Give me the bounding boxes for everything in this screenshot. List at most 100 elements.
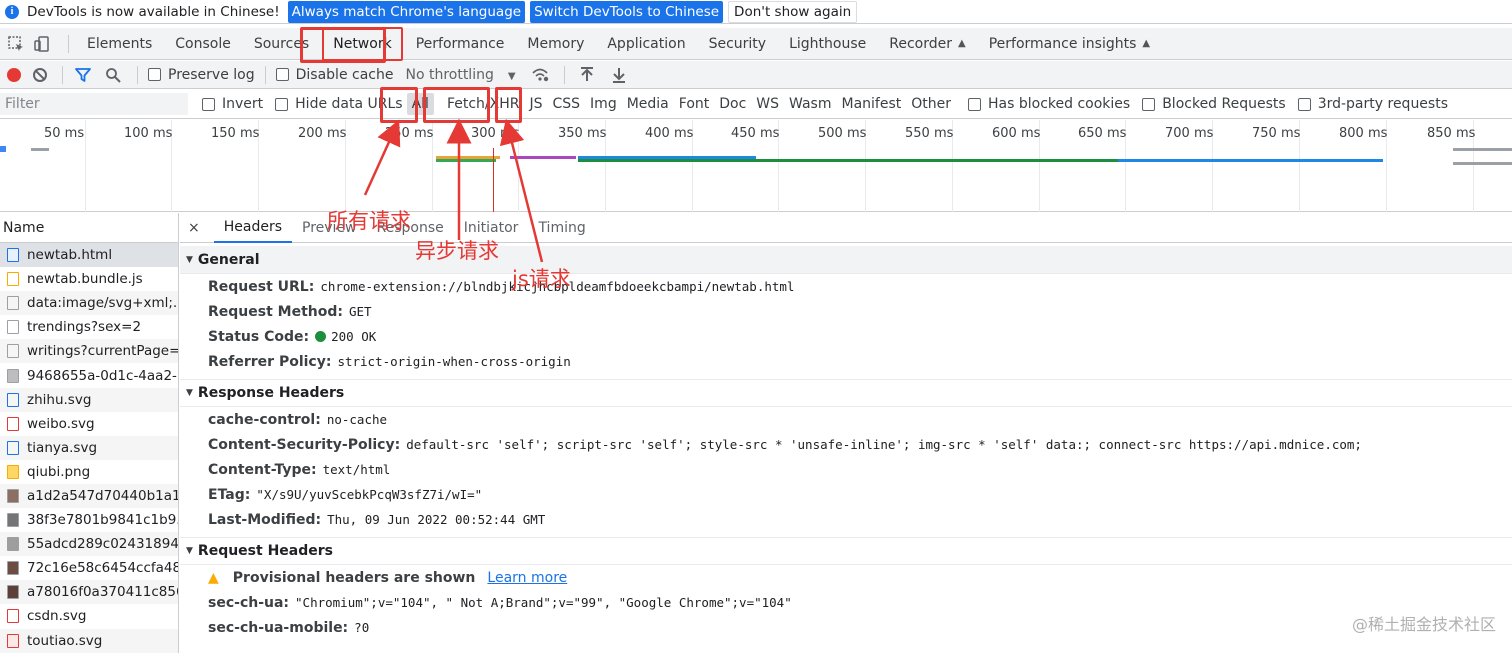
match-language-button[interactable]: Always match Chrome's language [287,0,526,23]
timeline-tick-label: 300 ms [471,126,520,141]
request-name: 72c16e58c6454ccfa48... [27,560,178,577]
timeline-tick-label: 350 ms [558,126,607,141]
request-row[interactable]: a1d2a547d70440b1a1... [0,483,178,509]
filter-type-media[interactable]: Media [622,93,674,115]
request-name: newtab.html [27,247,113,264]
experiment-flask-icon: ▲ [958,38,966,49]
close-icon[interactable]: × [188,220,200,236]
timeline-request-bar [510,156,576,159]
tab-timing[interactable]: Timing [528,213,595,243]
toolbar-divider [264,65,266,84]
header-key: Request Method: [208,303,343,320]
invert-checkbox[interactable] [202,97,215,111]
request-row[interactable]: 38f3e7801b9841c1b9... [0,508,178,532]
header-value: 200 OK [331,329,377,344]
request-row[interactable]: csdn.svg [0,604,178,628]
request-row[interactable]: trendings?sex=2 [0,315,178,339]
request-row[interactable]: zhihu.svg [0,387,178,412]
language-infobar: i DevTools is now available in Chinese! … [0,0,1512,24]
switch-to-chinese-button[interactable]: Switch DevTools to Chinese [530,0,724,23]
tab-application[interactable]: Application [597,28,695,60]
inspect-element-icon[interactable] [6,34,26,54]
image-file-icon [7,296,19,311]
request-row[interactable]: a78016f0a370411c856... [0,580,178,605]
search-icon[interactable] [103,65,123,85]
learn-more-link[interactable]: Learn more [487,570,567,586]
warning-icon: ▲ [208,569,219,586]
request-row[interactable]: weibo.svg [0,412,178,436]
third-party-checkbox[interactable] [1297,97,1311,111]
dont-show-again-button[interactable]: Don't show again [728,0,858,23]
tab-memory[interactable]: Memory [517,28,594,60]
filter-type-manifest[interactable]: Manifest [837,93,907,115]
record-icon[interactable] [7,67,21,82]
tab-headers[interactable]: Headers [213,213,293,243]
import-har-icon[interactable] [577,65,597,85]
request-row[interactable]: newtab.bundle.js [0,267,178,291]
hide-data-urls-checkbox[interactable] [275,97,289,111]
device-toolbar-icon[interactable] [32,34,52,54]
tab-performance-insights[interactable]: Performance insights ▲ [979,28,1160,60]
header-value: no-cache [326,412,388,427]
name-column-header[interactable]: Name [0,213,178,243]
general-section-header[interactable]: ▼ General [180,246,1512,274]
timeline-overview[interactable]: 50 ms 100 ms 150 ms 200 ms 250 ms 300 ms… [0,120,1512,212]
tab-elements[interactable]: Elements [77,28,162,60]
tab-recorder[interactable]: Recorder ▲ [879,28,975,60]
annotation-js-requests: js请求 [512,267,571,291]
export-har-icon[interactable] [609,65,629,85]
section-title: General [197,251,260,268]
filter-type-css[interactable]: CSS [547,93,585,115]
disable-cache-checkbox[interactable] [275,68,289,81]
blocked-cookies-checkbox[interactable] [968,97,982,111]
response-headers-section-header[interactable]: ▼ Response Headers [180,379,1512,407]
request-name: 38f3e7801b9841c1b9... [27,512,178,529]
blocked-requests-checkbox[interactable] [1142,97,1156,111]
image-file-icon [7,464,19,479]
header-value: "X/s9U/yuvScebkPcqW3sfZ7i/wI=" [256,487,483,502]
request-headers-section-header[interactable]: ▼ Request Headers [180,537,1512,565]
request-row[interactable]: data:image/svg+xml;... [0,291,178,316]
request-row[interactable]: writings?currentPage=... [0,339,178,364]
filter-type-img[interactable]: Img [585,93,622,115]
request-row[interactable]: 72c16e58c6454ccfa48... [0,556,178,580]
throttling-select[interactable]: No throttling ▼ [405,67,515,83]
blocked-requests-label: Blocked Requests [1162,96,1286,112]
header-key: cache-control: [208,411,321,428]
filter-funnel-icon[interactable] [73,65,93,85]
header-key: Content-Type: [208,461,317,478]
svg-file-icon [7,392,19,407]
image-file-icon [7,561,19,576]
provisional-text: Provisional headers are shown [232,569,476,586]
preserve-log-checkbox[interactable] [148,68,161,81]
filter-type-ws[interactable]: WS [751,93,784,115]
filter-type-doc[interactable]: Doc [714,93,751,115]
filter-type-js[interactable]: JS [524,93,547,115]
header-value: "Chromium";v="104", " Not A;Brand";v="99… [295,595,792,610]
header-row: Referrer Policy: strict-origin-when-cross… [180,349,1512,374]
request-row[interactable]: tianya.svg [0,435,178,460]
svg-file-icon [7,633,19,648]
request-name: trendings?sex=2 [27,319,142,336]
request-row[interactable]: 9468655a-0d1c-4aa2-... [0,363,178,387]
tab-security[interactable]: Security [699,28,777,60]
clear-icon[interactable] [33,67,47,82]
network-conditions-icon[interactable] [530,65,550,85]
filter-type-font[interactable]: Font [674,93,714,115]
filter-type-other[interactable]: Other [906,93,956,115]
request-list: Name newtab.html newtab.bundle.js data:i… [0,213,179,653]
request-row[interactable]: 55adcd289c02431894f... [0,532,178,557]
request-row[interactable]: toutiao.svg [0,628,178,653]
request-row[interactable]: qiubi.png [0,460,178,484]
tab-lighthouse[interactable]: Lighthouse [779,28,876,60]
header-key: Request URL: [208,278,315,295]
tab-performance[interactable]: Performance [406,28,515,60]
header-row: Last-Modified: Thu, 09 Jun 2022 00:52:44 … [180,507,1512,532]
request-name: 9468655a-0d1c-4aa2-... [27,367,178,384]
request-row[interactable]: newtab.html [0,243,178,268]
disable-cache-label: Disable cache [295,66,394,83]
filter-type-wasm[interactable]: Wasm [784,93,836,115]
tab-console[interactable]: Console [165,28,241,60]
filter-input[interactable]: Filter [0,93,188,115]
header-key: Content-Security-Policy: [208,436,401,453]
